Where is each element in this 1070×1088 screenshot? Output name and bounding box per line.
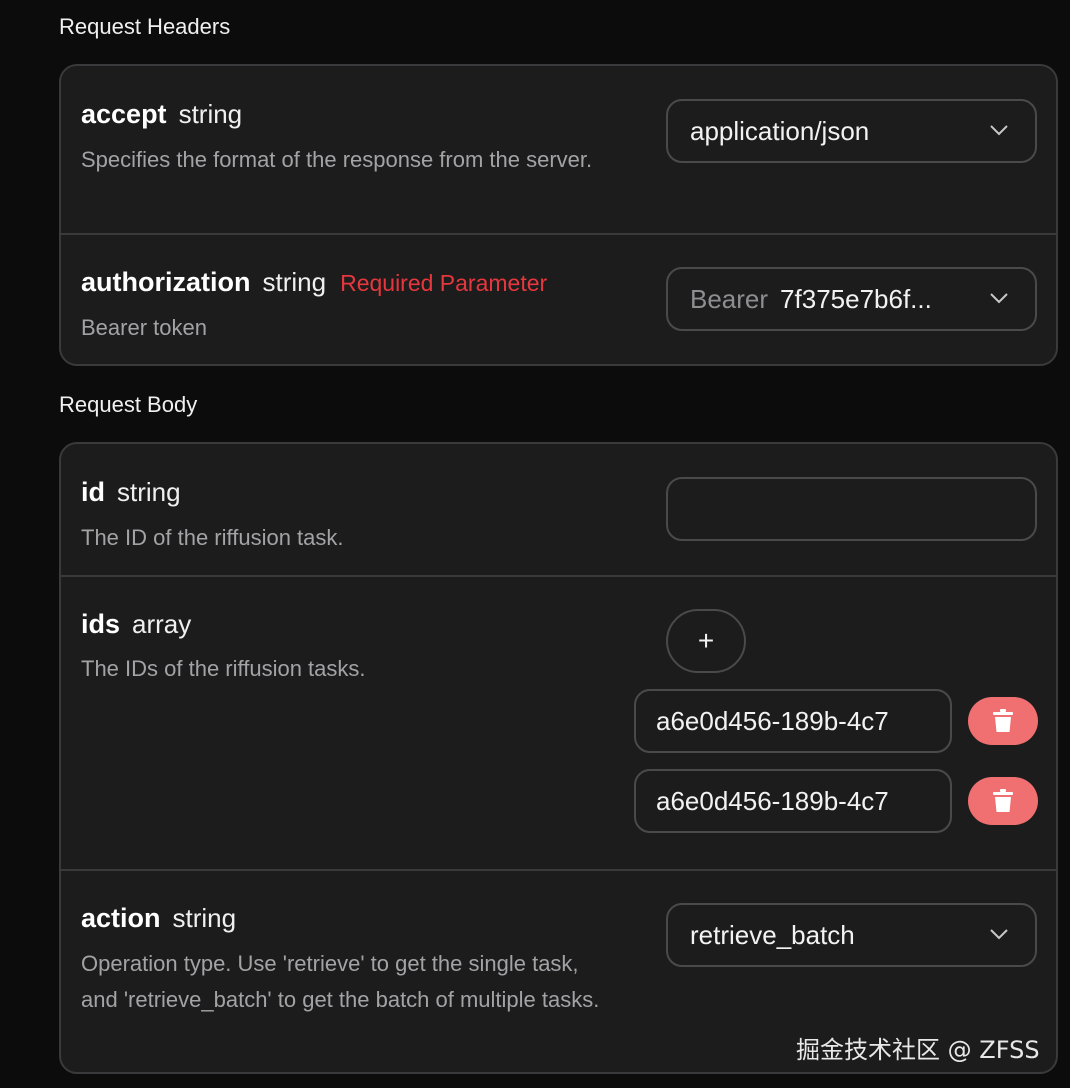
param-header: id string <box>81 477 195 508</box>
param-description: Specifies the format of the response fro… <box>81 147 593 172</box>
watermark: 掘金技术社区 @ ZFSS <box>796 1036 1040 1064</box>
id-input[interactable] <box>666 477 1037 541</box>
request-body-title: Request Body <box>59 392 198 417</box>
chevron-down-icon <box>990 125 1008 136</box>
authorization-select[interactable]: Bearer 7f375e7b6f... <box>666 267 1037 331</box>
accept-select[interactable]: application/json <box>666 99 1037 163</box>
param-name: accept <box>81 99 167 129</box>
trash-icon <box>993 789 1013 812</box>
chevron-down-icon <box>990 929 1008 940</box>
param-description: Bearer token <box>81 315 207 340</box>
param-type: string <box>172 903 237 933</box>
param-type: string <box>117 477 181 507</box>
param-header: accept string <box>81 99 256 130</box>
param-row-id: id string The ID of the riffusion task. <box>61 444 1056 577</box>
bearer-prefix: Bearer <box>690 283 769 314</box>
param-description: Operation type. Use 'retrieve' to get th… <box>81 951 600 1012</box>
param-row-ids: ids array The IDs of the riffusion tasks… <box>61 577 1056 871</box>
param-name: action <box>81 903 161 933</box>
delete-item-button[interactable] <box>968 777 1038 825</box>
param-description: The IDs of the riffusion tasks. <box>81 656 366 681</box>
param-name: id <box>81 477 105 507</box>
select-value: retrieve_batch <box>690 919 855 950</box>
param-description: The ID of the riffusion task. <box>81 525 344 550</box>
api-request-form: Request Headers accept string Specifies … <box>0 0 1070 1088</box>
required-parameter-label: Required Parameter <box>340 270 548 296</box>
param-name: ids <box>81 609 121 639</box>
request-headers-title: Request Headers <box>59 14 231 39</box>
param-type: string <box>178 99 243 129</box>
item-value: a6e0d456-189b-4c7 <box>656 785 889 816</box>
param-row-accept: accept string Specifies the format of th… <box>61 66 1056 235</box>
select-value: application/json <box>690 115 870 146</box>
request-body-card: id string The ID of the riffusion task. … <box>59 442 1058 1074</box>
param-header: ids array <box>81 609 205 640</box>
param-type: array <box>132 609 192 639</box>
request-headers-card: accept string Specifies the format of th… <box>59 64 1058 366</box>
token-value: 7f375e7b6f... <box>780 283 932 314</box>
param-type: string <box>262 267 327 297</box>
plus-icon: + <box>697 625 715 656</box>
array-item-input[interactable]: a6e0d456-189b-4c7 <box>634 769 952 833</box>
trash-icon <box>993 709 1013 732</box>
param-header: action string <box>81 903 250 934</box>
param-name: authorization <box>81 267 251 297</box>
param-header: authorization string Required Parameter <box>81 267 547 298</box>
delete-item-button[interactable] <box>968 697 1038 745</box>
param-row-authorization: authorization string Required Parameter … <box>61 235 1056 364</box>
add-item-button[interactable]: + <box>666 609 746 673</box>
array-item-input[interactable]: a6e0d456-189b-4c7 <box>634 689 952 753</box>
chevron-down-icon <box>990 293 1008 304</box>
item-value: a6e0d456-189b-4c7 <box>656 705 889 736</box>
action-select[interactable]: retrieve_batch <box>666 903 1037 967</box>
